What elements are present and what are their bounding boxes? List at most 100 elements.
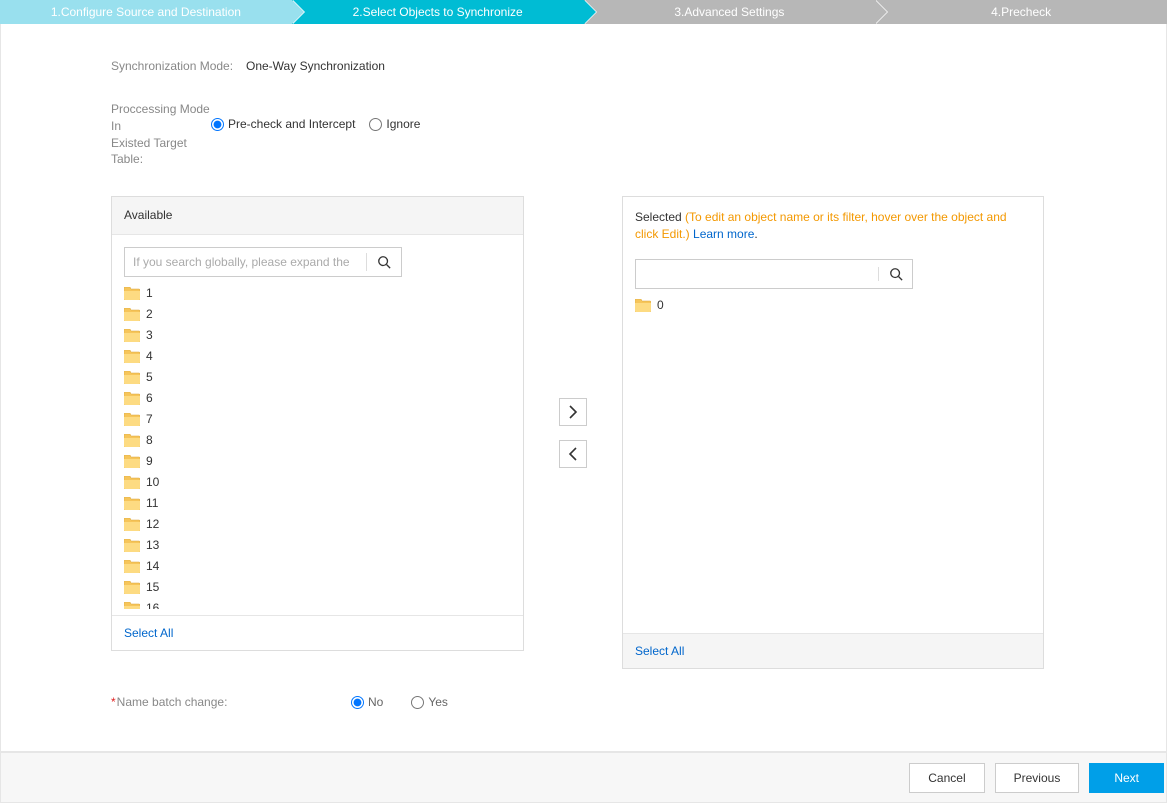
folder-icon	[124, 329, 140, 342]
wizard-stepper: 1.Configure Source and Destination2.Sele…	[0, 0, 1167, 24]
tree-item[interactable]: 16	[122, 598, 513, 609]
tree-item[interactable]: 6	[122, 388, 513, 409]
tree-item-label: 3	[146, 328, 153, 342]
folder-icon	[124, 434, 140, 447]
radio-input[interactable]	[369, 118, 382, 131]
folder-icon	[124, 539, 140, 552]
object-transfer: Available 123456789101112131415161718 Se…	[111, 196, 1066, 669]
selected-tree[interactable]: 0	[633, 295, 1033, 627]
selected-hint: (To edit an object name or its filter, h…	[635, 210, 1007, 241]
available-panel-footer: Select All	[112, 615, 523, 650]
tree-item[interactable]: 11	[122, 493, 513, 514]
sync-mode-label: Synchronization Mode:	[111, 59, 246, 73]
tree-item-label: 6	[146, 391, 153, 405]
folder-icon	[124, 476, 140, 489]
folder-icon	[635, 299, 651, 312]
folder-icon	[124, 518, 140, 531]
radio-label: No	[368, 695, 383, 709]
tree-item[interactable]: 4	[122, 346, 513, 367]
tree-item[interactable]: 0	[633, 295, 1033, 316]
radio-input[interactable]	[411, 696, 424, 709]
search-icon	[889, 267, 903, 281]
processing-mode-option-precheck[interactable]: Pre-check and Intercept	[211, 117, 355, 131]
tree-item[interactable]: 10	[122, 472, 513, 493]
tree-item-label: 12	[146, 517, 159, 531]
tree-item-label: 15	[146, 580, 159, 594]
learn-more-link[interactable]: Learn more	[693, 227, 754, 241]
tree-item-label: 10	[146, 475, 159, 489]
name-batch-change-text: Name batch change:	[117, 695, 228, 709]
processing-mode-label-line2: Existed Target Table:	[111, 135, 211, 169]
wizard-footer: Cancel Previous Next	[0, 752, 1167, 803]
processing-mode-option-ignore[interactable]: Ignore	[369, 117, 420, 131]
name-batch-change-row: *Name batch change: No Yes	[111, 695, 1066, 709]
batch-option-yes[interactable]: Yes	[411, 695, 448, 709]
next-button[interactable]: Next	[1089, 763, 1164, 793]
chevron-right-icon	[568, 405, 578, 419]
step-1[interactable]: 1.Configure Source and Destination	[0, 0, 292, 24]
selected-panel: Selected (To edit an object name or its …	[622, 196, 1044, 669]
tree-item-label: 13	[146, 538, 159, 552]
move-right-button[interactable]	[559, 398, 587, 426]
selected-search	[635, 259, 913, 289]
processing-mode-label-line1: Proccessing Mode In	[111, 101, 211, 135]
folder-icon	[124, 287, 140, 300]
name-batch-change-radios: No Yes	[351, 695, 448, 709]
folder-icon	[124, 308, 140, 321]
transfer-buttons-column	[524, 196, 622, 669]
folder-icon	[124, 350, 140, 363]
tree-item[interactable]: 5	[122, 367, 513, 388]
tree-item-label: 9	[146, 454, 153, 468]
radio-label: Pre-check and Intercept	[228, 117, 355, 131]
step-2[interactable]: 2.Select Objects to Synchronize	[292, 0, 584, 24]
processing-mode-label: Proccessing Mode In Existed Target Table…	[111, 101, 211, 168]
tree-item[interactable]: 15	[122, 577, 513, 598]
radio-label: Yes	[428, 695, 448, 709]
tree-item-label: 4	[146, 349, 153, 363]
tree-item-label: 0	[657, 298, 664, 312]
available-search-button[interactable]	[367, 255, 401, 269]
radio-input[interactable]	[211, 118, 224, 131]
search-icon	[377, 255, 391, 269]
processing-mode-row: Proccessing Mode In Existed Target Table…	[111, 101, 1066, 168]
folder-icon	[124, 413, 140, 426]
tree-item[interactable]: 12	[122, 514, 513, 535]
previous-button[interactable]: Previous	[995, 763, 1080, 793]
available-tree[interactable]: 123456789101112131415161718	[122, 283, 513, 609]
tree-item[interactable]: 13	[122, 535, 513, 556]
tree-item[interactable]: 8	[122, 430, 513, 451]
folder-icon	[124, 455, 140, 468]
folder-icon	[124, 581, 140, 594]
folder-icon	[124, 602, 140, 609]
tree-item[interactable]: 1	[122, 283, 513, 304]
available-select-all-link[interactable]: Select All	[124, 626, 173, 640]
tree-item[interactable]: 2	[122, 304, 513, 325]
tree-item[interactable]: 14	[122, 556, 513, 577]
cancel-button[interactable]: Cancel	[909, 763, 984, 793]
selected-search-button[interactable]	[878, 267, 912, 281]
step-4[interactable]: 4.Precheck	[875, 0, 1167, 24]
tree-item[interactable]: 7	[122, 409, 513, 430]
tree-item-label: 7	[146, 412, 153, 426]
tree-item-label: 5	[146, 370, 153, 384]
selected-search-input[interactable]	[636, 260, 878, 288]
radio-label: Ignore	[386, 117, 420, 131]
name-batch-change-label: *Name batch change:	[111, 695, 351, 709]
move-left-button[interactable]	[559, 440, 587, 468]
processing-mode-radios: Pre-check and Intercept Ignore	[211, 101, 420, 131]
selected-panel-body: 0	[623, 247, 1043, 633]
folder-icon	[124, 497, 140, 510]
folder-icon	[124, 371, 140, 384]
available-search	[124, 247, 402, 277]
available-panel: Available 123456789101112131415161718 Se…	[111, 196, 524, 651]
tree-item[interactable]: 3	[122, 325, 513, 346]
selected-panel-footer: Select All	[623, 633, 1043, 668]
step-3[interactable]: 3.Advanced Settings	[584, 0, 876, 24]
tree-item[interactable]: 9	[122, 451, 513, 472]
available-title: Available	[124, 208, 172, 222]
selected-select-all-link[interactable]: Select All	[635, 644, 684, 658]
available-search-input[interactable]	[125, 248, 366, 276]
radio-input[interactable]	[351, 696, 364, 709]
wizard-body: Synchronization Mode: One-Way Synchroniz…	[0, 24, 1167, 752]
batch-option-no[interactable]: No	[351, 695, 383, 709]
